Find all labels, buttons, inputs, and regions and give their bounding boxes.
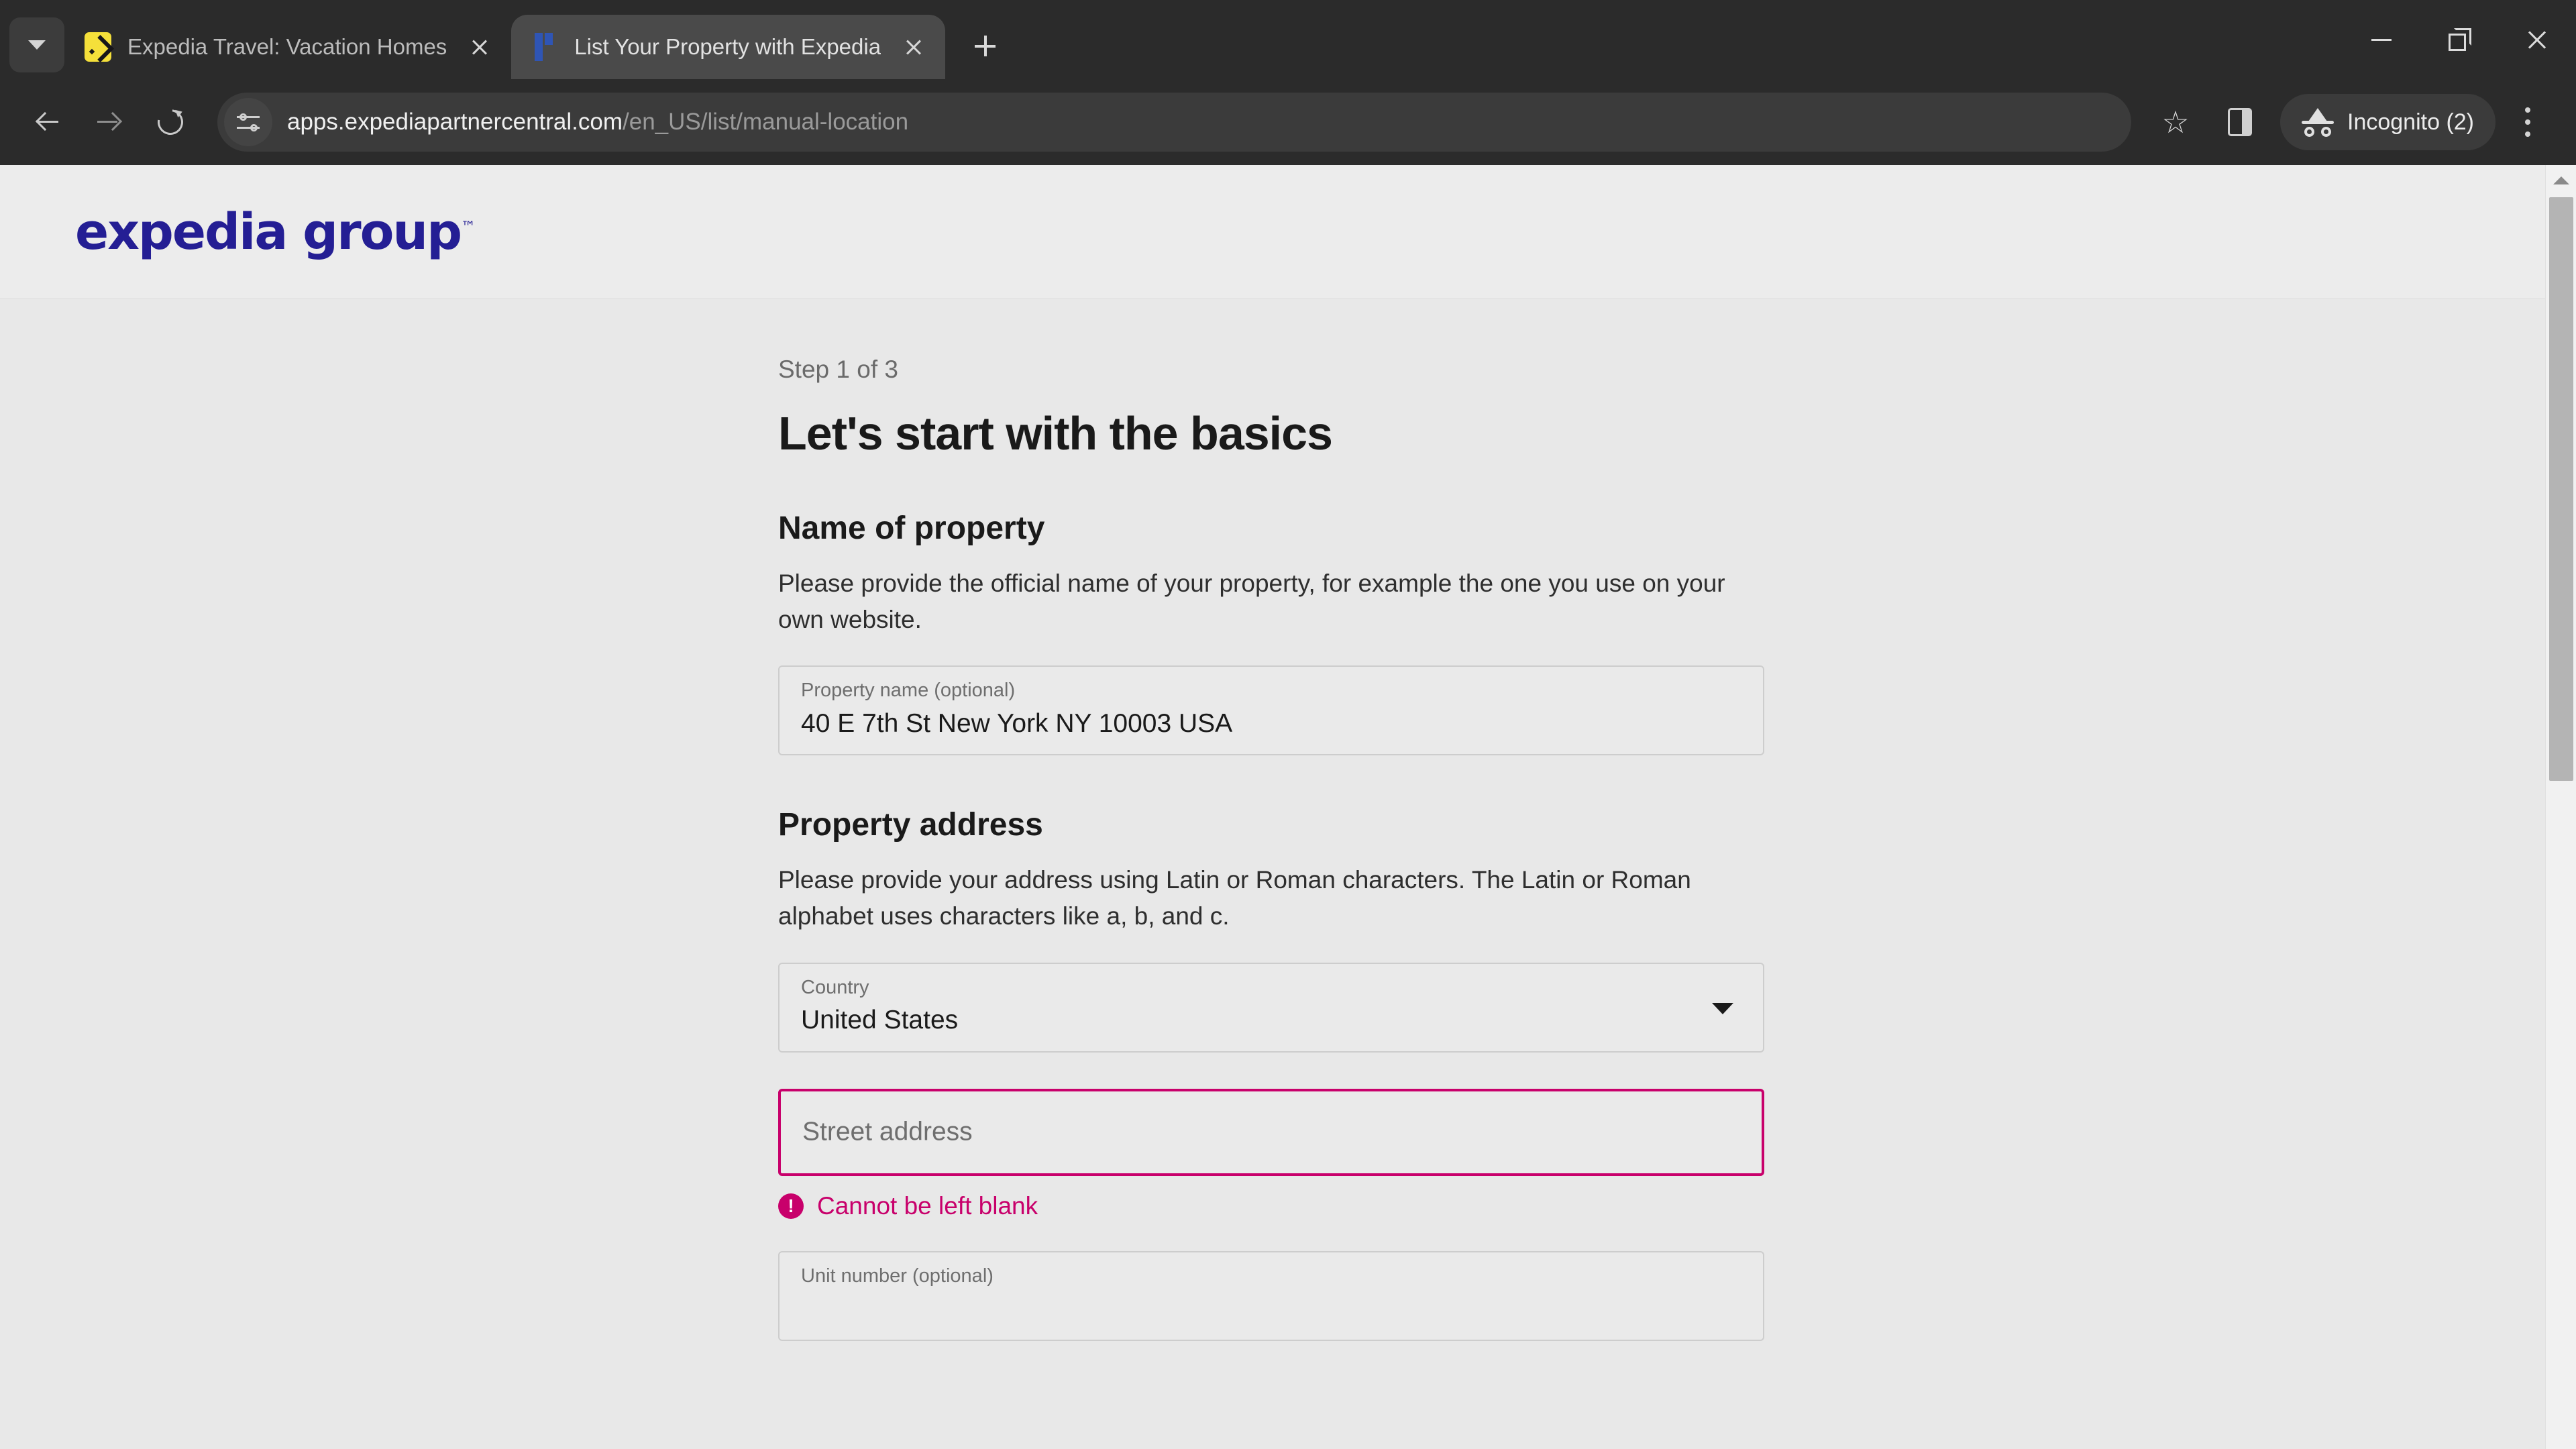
kebab-menu-icon: [2525, 107, 2530, 137]
incognito-label: Incognito (2): [2347, 109, 2474, 135]
street-address-placeholder: Street address: [802, 1117, 973, 1146]
error-exclamation-icon: !: [778, 1193, 804, 1219]
expedia-group-logo[interactable]: expedia group™: [75, 203, 476, 261]
incognito-indicator[interactable]: Incognito (2): [2280, 94, 2496, 150]
scrollbar-thumb[interactable]: [2549, 197, 2573, 781]
site-header: expedia group™: [0, 165, 2576, 299]
address-bar[interactable]: apps.expediapartnercentral.com/en_US/lis…: [217, 93, 2131, 152]
browser-toolbar: apps.expediapartnercentral.com/en_US/lis…: [0, 79, 2576, 165]
back-button[interactable]: [16, 91, 78, 153]
tab-search-button[interactable]: [9, 17, 64, 72]
street-address-error-text: Cannot be left blank: [817, 1191, 1038, 1220]
close-icon[interactable]: [2498, 0, 2576, 79]
browser-menu-button[interactable]: [2496, 90, 2560, 154]
expedia-favicon: [83, 32, 113, 62]
reload-icon: [158, 109, 183, 135]
country-select[interactable]: Country United States: [778, 962, 1764, 1053]
arrow-right-icon: [97, 111, 120, 133]
property-name-value: 40 E 7th St New York NY 10003 USA: [801, 709, 1233, 739]
section-heading-name-of-property: Name of property: [778, 511, 1045, 546]
bookmark-button[interactable]: ☆: [2143, 90, 2208, 154]
incognito-spy-icon: [2302, 108, 2334, 137]
minimize-icon[interactable]: [2343, 0, 2420, 79]
property-name-label: Property name (optional): [801, 680, 1016, 702]
trademark-mark: ™: [461, 218, 476, 235]
url-host: apps.expediapartnercentral.com: [287, 109, 623, 135]
chevron-down-icon: [1712, 1002, 1733, 1014]
street-address-error: ! Cannot be left blank: [778, 1192, 1764, 1220]
browser-window: Expedia Travel: Vacation Homes List Your…: [0, 0, 2576, 1449]
site-settings-button[interactable]: [224, 98, 272, 146]
page-viewport: expedia group™ Step 1 of 3 Let's start w…: [0, 165, 2576, 1449]
browser-tab-list-your-property[interactable]: List Your Property with Expedia: [511, 15, 946, 79]
unit-number-label: Unit number (optional): [801, 1265, 994, 1287]
arrow-left-icon: [36, 111, 58, 133]
form-content: Step 1 of 3 Let's start with the basics …: [778, 299, 1764, 1341]
forward-button[interactable]: [78, 91, 140, 153]
side-panel-icon: [2228, 108, 2252, 136]
logo-text: expedia group: [75, 203, 462, 261]
url-path: /en_US/list/manual-location: [623, 109, 909, 135]
street-address-input[interactable]: Street address: [778, 1088, 1764, 1176]
page-title: Let's start with the basics: [778, 407, 1333, 460]
expedia-partner-central-favicon: [530, 32, 559, 62]
restore-icon[interactable]: [2420, 0, 2498, 79]
star-icon: ☆: [2161, 105, 2190, 140]
url-text: apps.expediapartnercentral.com/en_US/lis…: [287, 109, 908, 136]
tab-title: Expedia Travel: Vacation Homes: [127, 34, 447, 59]
close-icon[interactable]: [460, 28, 499, 66]
page-scrollbar[interactable]: [2545, 165, 2576, 1449]
window-controls: [2343, 0, 2576, 79]
country-value: United States: [801, 1006, 959, 1035]
scroll-up-arrow-icon[interactable]: [2546, 165, 2576, 196]
country-label: Country: [801, 976, 869, 998]
chevron-down-icon: [28, 40, 46, 50]
property-name-input[interactable]: Property name (optional) 40 E 7th St New…: [778, 665, 1764, 756]
section-description-name-of-property: Please provide the official name of your…: [778, 570, 1725, 633]
close-icon[interactable]: [894, 28, 933, 66]
new-tab-button[interactable]: [960, 21, 1010, 71]
tab-title: List Your Property with Expedia: [574, 34, 881, 59]
section-description-property-address: Please provide your address using Latin …: [778, 866, 1691, 930]
site-settings-sliders-icon: [237, 113, 260, 131]
section-heading-property-address: Property address: [778, 807, 1043, 843]
step-indicator: Step 1 of 3: [778, 356, 898, 383]
side-panel-button[interactable]: [2208, 90, 2272, 154]
reload-button[interactable]: [140, 91, 201, 153]
browser-tab-expedia-travel[interactable]: Expedia Travel: Vacation Homes: [64, 15, 511, 79]
unit-number-input[interactable]: Unit number (optional): [778, 1250, 1764, 1341]
tab-strip: Expedia Travel: Vacation Homes List Your…: [0, 0, 2576, 79]
